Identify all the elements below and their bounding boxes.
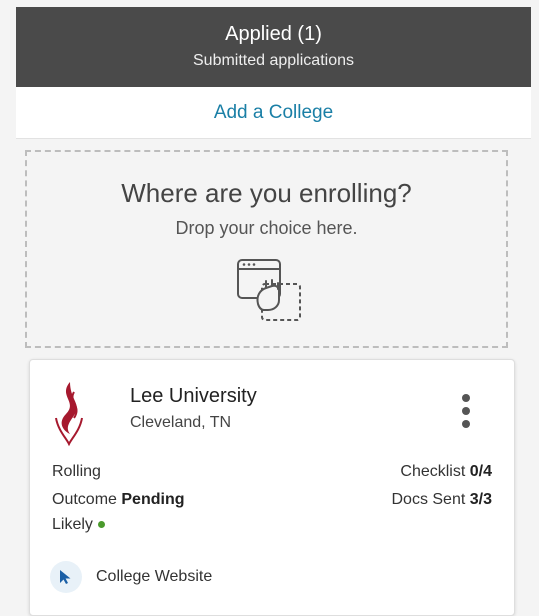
college-location: Cleveland, TN	[130, 414, 232, 431]
checklist-label: Checklist	[400, 463, 466, 480]
likely-dot-icon	[97, 521, 105, 529]
drag-drop-icon	[237, 259, 301, 321]
add-college-bar: Add a College	[16, 87, 531, 139]
add-college-link[interactable]: Add a College	[16, 87, 531, 139]
applied-title: Applied (1)	[225, 23, 322, 45]
lee-university-logo-icon	[55, 382, 83, 447]
college-website-label: College Website	[96, 568, 213, 585]
checklist-value: 0/4	[469, 463, 492, 480]
college-card: Lee University Cleveland, TN Rolling Out…	[29, 359, 515, 616]
cursor-pointer-icon	[50, 561, 82, 593]
deadline-type: Rolling	[52, 463, 101, 480]
docs-label: Docs Sent	[391, 491, 466, 508]
outcome-value: Pending	[121, 491, 185, 508]
applied-subtitle: Submitted applications	[193, 52, 354, 69]
likelihood-label: Likely	[52, 516, 93, 533]
outcome-label: Outcome	[52, 491, 117, 508]
applied-header: Applied (1) Submitted applications	[16, 7, 531, 87]
enrollment-dropzone[interactable]: Where are you enrolling? Drop your choic…	[25, 150, 508, 348]
college-name[interactable]: Lee University	[130, 385, 257, 408]
dropzone-subtitle: Drop your choice here.	[175, 218, 358, 238]
likelihood-status: Likely	[52, 516, 105, 534]
docs-sent-status[interactable]: Docs Sent 3/3	[391, 491, 492, 509]
applied-column: Applied (1) Submitted applications Add a…	[16, 7, 531, 616]
more-options-icon[interactable]	[454, 392, 478, 432]
college-website-link[interactable]: College Website	[50, 560, 212, 594]
checklist-status[interactable]: Checklist 0/4	[400, 463, 492, 481]
outcome-status: Outcome Pending	[52, 491, 184, 509]
dropzone-title: Where are you enrolling?	[121, 178, 412, 208]
docs-value: 3/3	[469, 491, 492, 508]
